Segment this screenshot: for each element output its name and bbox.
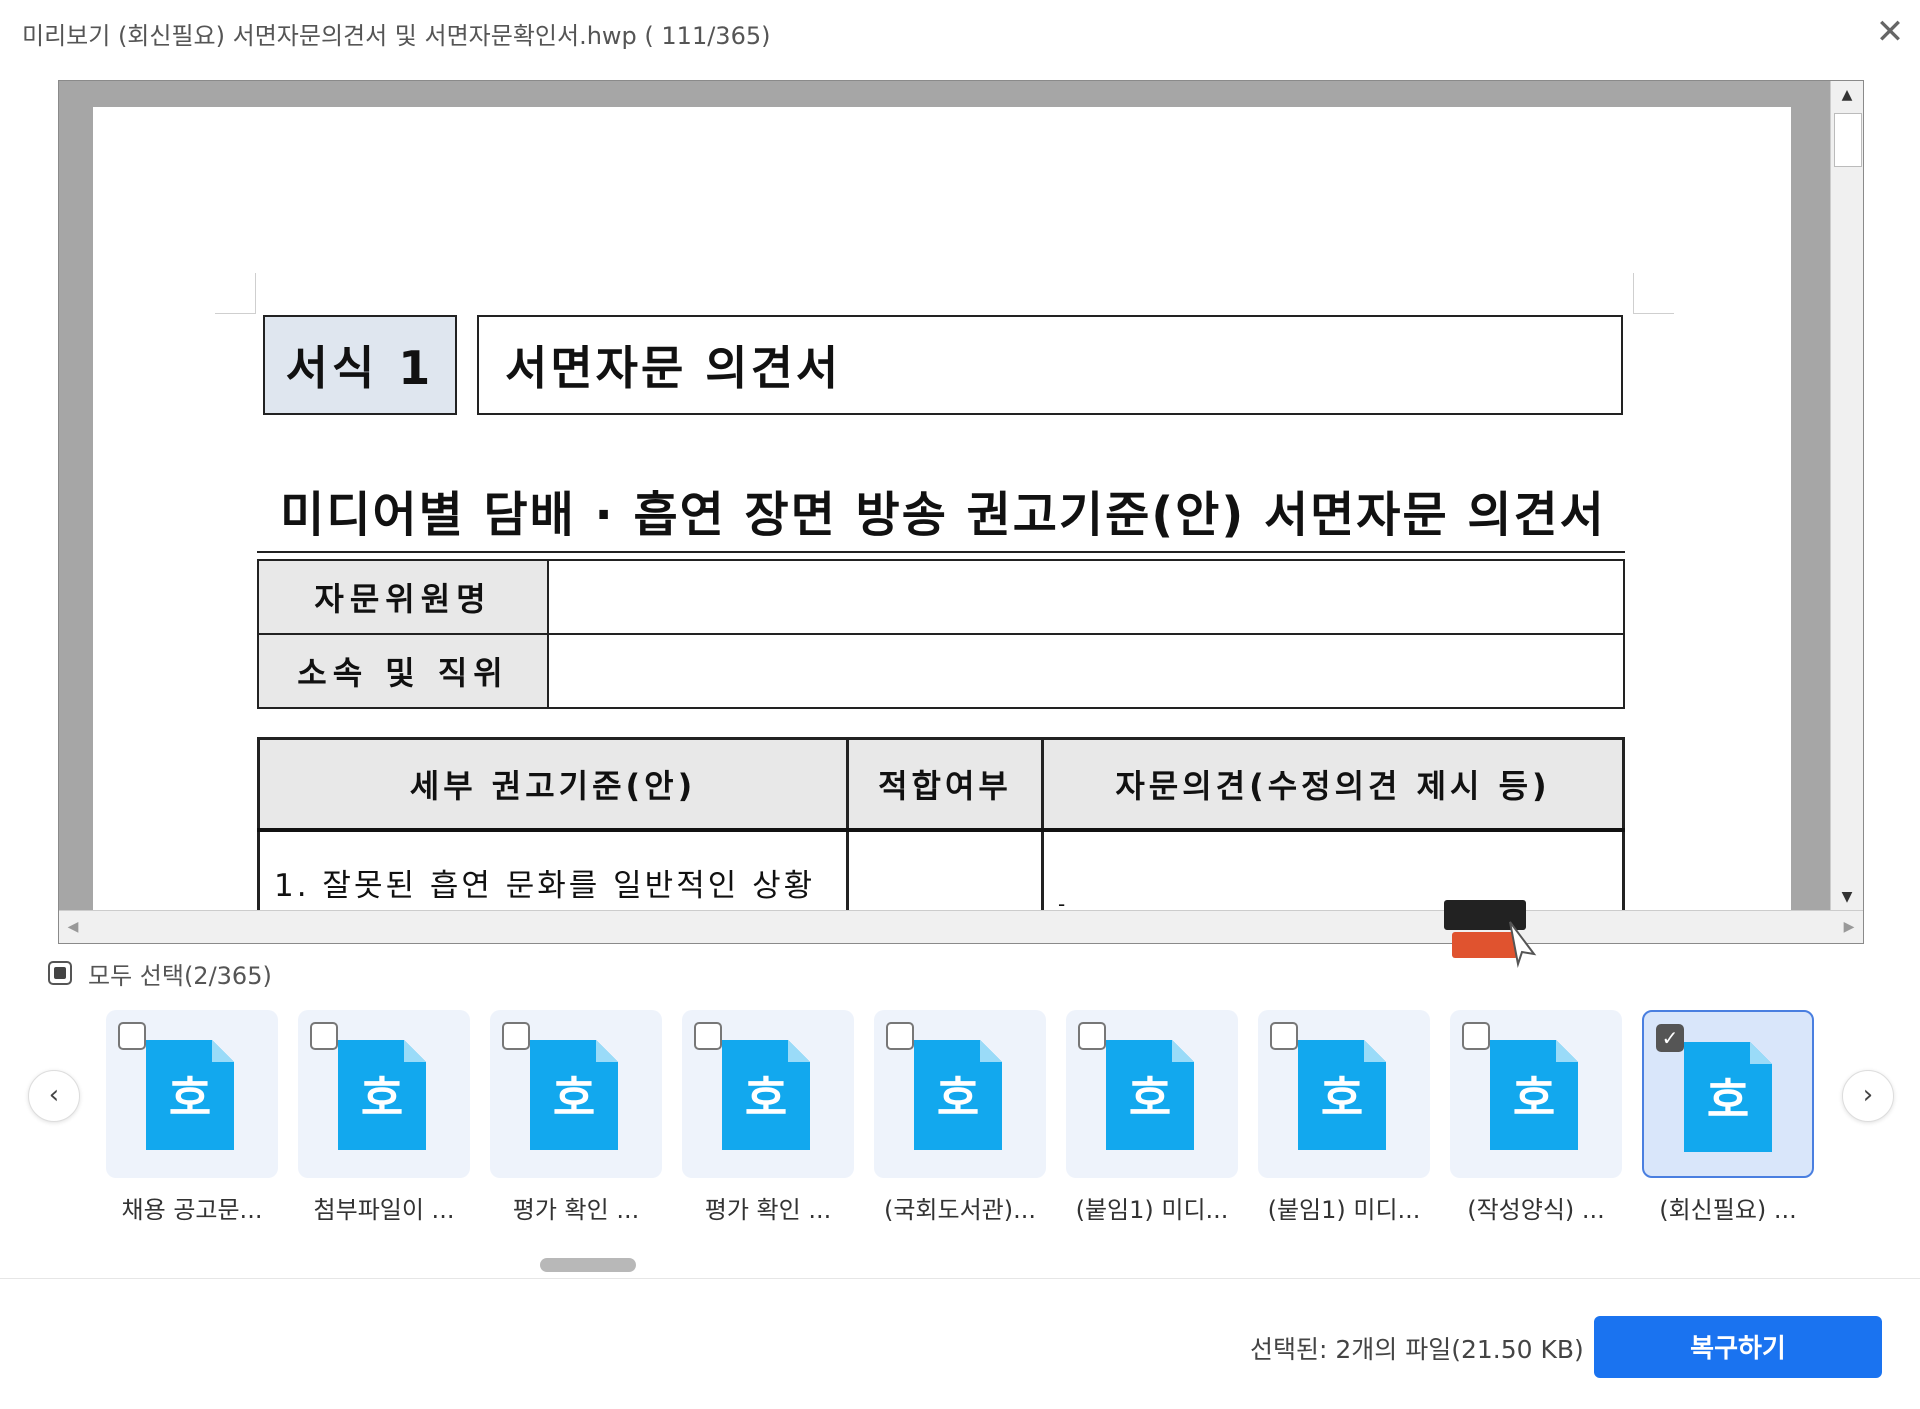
table-cell: 1. 잘못된 흡연 문화를 일반적인 상황 (257, 828, 849, 911)
file-name: (회신필요) ... (1659, 1196, 1797, 1224)
file-item[interactable]: 호 평가 확인 ... (682, 1010, 854, 1225)
file-name: 첨부파일이 ... (313, 1196, 455, 1224)
chevron-right-icon[interactable]: › (1842, 1070, 1894, 1122)
file-name: (작성양식) ... (1467, 1196, 1605, 1224)
file-item-selected[interactable]: ✓ 호 (회신필요) ... (1642, 1010, 1814, 1225)
advisor-name-label: 자문위원명 (257, 559, 549, 635)
file-card[interactable]: 호 (298, 1010, 470, 1178)
file-item[interactable]: 호 (붙임1) 미디... (1066, 1010, 1238, 1225)
column-header-suitability: 적합여부 (846, 737, 1044, 832)
file-card[interactable]: ✓ 호 (1642, 1010, 1814, 1178)
file-card[interactable]: 호 (1066, 1010, 1238, 1178)
table-row: 소속 및 직위 (257, 633, 1625, 709)
selection-status: 선택된: 2개의 파일(21.50 KB) (1250, 1335, 1584, 1364)
document-preview[interactable]: 서식 1 서면자문 의견서 미디어별 담배 · 흡연 장면 방송 권고기준(안)… (58, 80, 1864, 944)
horizontal-scrollbar[interactable]: ◀ ▶ (59, 910, 1863, 943)
table-cell (846, 828, 1044, 911)
file-checkbox[interactable] (502, 1022, 530, 1050)
hwp-file-icon: 호 (722, 1040, 810, 1150)
file-name: 채용 공고문... (121, 1196, 263, 1224)
hwp-file-icon: 호 (1106, 1040, 1194, 1150)
file-item[interactable]: 호 평가 확인 ... (490, 1010, 662, 1225)
file-item[interactable]: 호 (국회도서관)... (874, 1010, 1046, 1225)
hwp-file-icon: 호 (1684, 1042, 1772, 1152)
file-card[interactable]: 호 (106, 1010, 278, 1178)
hwp-glyph: 호 (1321, 1071, 1363, 1125)
table-row: 1. 잘못된 흡연 문화를 일반적인 상황 - (257, 828, 1625, 911)
hwp-file-icon: 호 (338, 1040, 426, 1150)
criteria-table: 세부 권고기준(안) 적합여부 자문의견(수정의견 제시 등) 1. 잘못된 흡… (257, 737, 1625, 911)
thumbnail-scrollbar-thumb[interactable] (540, 1258, 636, 1272)
hwp-glyph: 호 (937, 1071, 979, 1125)
vertical-scrollbar[interactable]: ▲ ▼ (1830, 81, 1863, 911)
affiliation-value (547, 633, 1625, 709)
file-checkbox[interactable] (694, 1022, 722, 1050)
file-card[interactable]: 호 (874, 1010, 1046, 1178)
hwp-file-icon: 호 (1490, 1040, 1578, 1150)
select-all-label: 모두 선택(2/365) (88, 961, 272, 990)
file-checkbox[interactable] (118, 1022, 146, 1050)
hwp-file-icon: 호 (530, 1040, 618, 1150)
form-title-box: 서면자문 의견서 (477, 315, 1623, 415)
file-checkbox-checked[interactable]: ✓ (1656, 1024, 1684, 1052)
crop-mark-top-left (215, 273, 256, 314)
select-all-checkbox[interactable] (48, 961, 72, 985)
hwp-glyph: 호 (361, 1071, 403, 1125)
file-checkbox[interactable] (886, 1022, 914, 1050)
chevron-left-icon[interactable]: ‹ (28, 1070, 80, 1122)
file-checkbox[interactable] (1270, 1022, 1298, 1050)
file-card[interactable]: 호 (490, 1010, 662, 1178)
select-all-control[interactable]: 모두 선택(2/365) (48, 958, 272, 990)
document-page: 서식 1 서면자문 의견서 미디어별 담배 · 흡연 장면 방송 권고기준(안)… (93, 107, 1791, 911)
table-row: 자문위원명 (257, 559, 1625, 635)
heading-divider (257, 551, 1625, 553)
file-item[interactable]: 호 채용 공고문... (106, 1010, 278, 1225)
crop-mark-top-right (1633, 273, 1674, 314)
hwp-glyph: 호 (169, 1071, 211, 1125)
scroll-up-arrow-icon[interactable]: ▲ (1831, 81, 1863, 109)
title-bar: 미리보기 (회신필요) 서면자문의견서 및 서면자문확인서.hwp ( 111/… (0, 0, 1920, 62)
hwp-glyph: 호 (745, 1071, 787, 1125)
scroll-left-arrow-icon[interactable]: ◀ (59, 911, 87, 943)
file-item[interactable]: 호 첨부파일이 ... (298, 1010, 470, 1225)
scroll-right-arrow-icon[interactable]: ▶ (1835, 911, 1863, 943)
file-name: (국회도서관)... (883, 1196, 1036, 1224)
table-header-row: 세부 권고기준(안) 적합여부 자문의견(수정의견 제시 등) (257, 737, 1625, 832)
file-name: 평가 확인 ... (512, 1196, 640, 1224)
advisor-name-value (547, 559, 1625, 635)
hwp-file-icon: 호 (1298, 1040, 1386, 1150)
file-card[interactable]: 호 (682, 1010, 854, 1178)
file-card[interactable]: 호 (1258, 1010, 1430, 1178)
file-card[interactable]: 호 (1450, 1010, 1622, 1178)
file-name: (붙임1) 미디... (1267, 1196, 1421, 1224)
file-checkbox[interactable] (1462, 1022, 1490, 1050)
hwp-file-icon: 호 (914, 1040, 1002, 1150)
vertical-scroll-thumb[interactable] (1834, 113, 1862, 167)
hwp-glyph: 호 (553, 1071, 595, 1125)
hwp-glyph: 호 (1707, 1073, 1749, 1127)
hwp-file-icon: 호 (146, 1040, 234, 1150)
hwp-glyph: 호 (1129, 1071, 1171, 1125)
close-icon[interactable]: ✕ (1872, 14, 1908, 50)
footer-divider (0, 1278, 1920, 1279)
window-title: 미리보기 (회신필요) 서면자문의견서 및 서면자문확인서.hwp ( 111/… (22, 22, 771, 50)
recover-button[interactable]: 복구하기 (1594, 1316, 1882, 1378)
file-item[interactable]: 호 (붙임1) 미디... (1258, 1010, 1430, 1225)
document-heading: 미디어별 담배 · 흡연 장면 방송 권고기준(안) 서면자문 의견서 (280, 487, 1606, 543)
column-header-criteria: 세부 권고기준(안) (257, 737, 849, 832)
scroll-down-arrow-icon[interactable]: ▼ (1831, 883, 1863, 911)
hwp-glyph: 호 (1513, 1071, 1555, 1125)
file-checkbox[interactable] (1078, 1022, 1106, 1050)
file-name: 평가 확인 ... (704, 1196, 832, 1224)
file-item[interactable]: 호 (작성양식) ... (1450, 1010, 1622, 1225)
file-thumbnail-strip: 호 채용 공고문... 호 첨부파일이 ... 호 평가 확인 ... 호 평가… (106, 1010, 1816, 1224)
advisor-info-table: 자문위원명 소속 및 직위 (257, 559, 1625, 709)
column-header-opinion: 자문의견(수정의견 제시 등) (1041, 737, 1625, 832)
affiliation-label: 소속 및 직위 (257, 633, 549, 709)
file-checkbox[interactable] (310, 1022, 338, 1050)
watermark-logo (1444, 900, 1537, 968)
file-name: (붙임1) 미디... (1075, 1196, 1229, 1224)
form-number-badge: 서식 1 (263, 315, 457, 415)
